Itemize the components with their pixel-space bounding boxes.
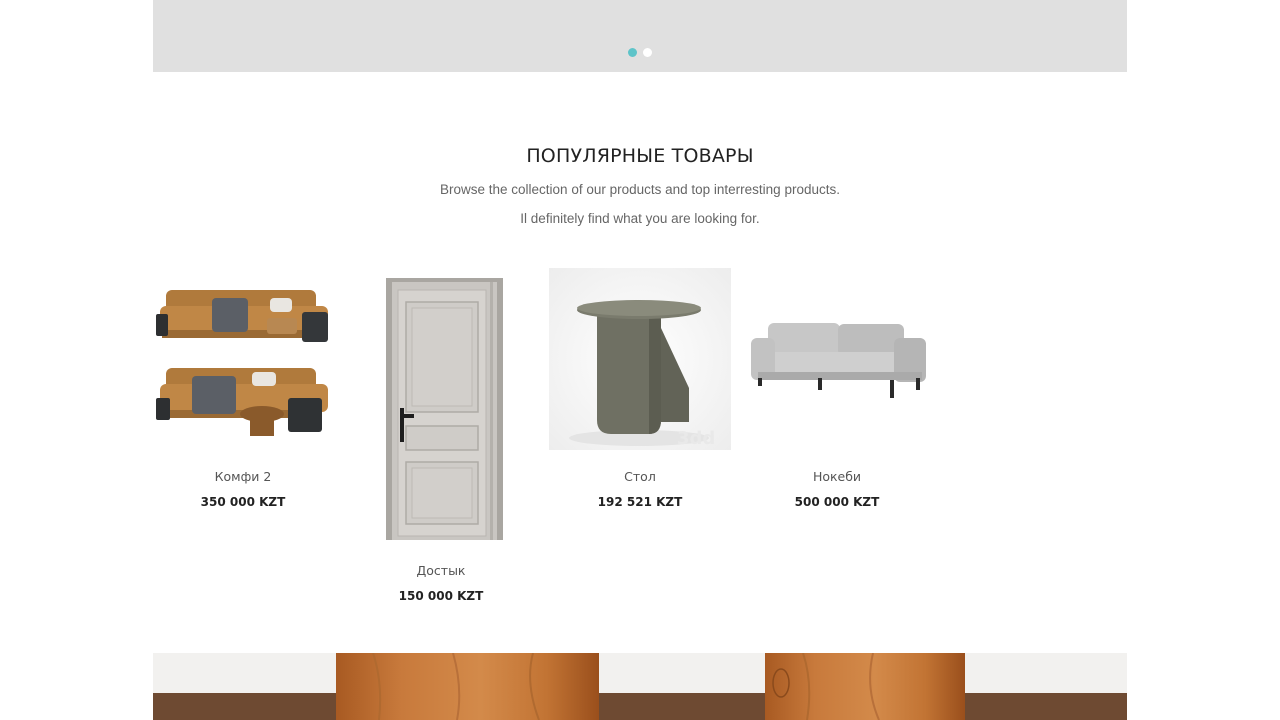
slider-dots: [628, 48, 652, 57]
product-card-dostyk[interactable]: Достык 150 000 KZT: [350, 268, 532, 613]
product-name[interactable]: Нокеби: [746, 469, 928, 484]
product-image-door[interactable]: [350, 268, 532, 544]
product-image-sofa-set[interactable]: [152, 268, 334, 450]
product-price: 150 000 KZT: [398, 589, 484, 603]
promo-banner: [153, 653, 1127, 720]
product-name[interactable]: Стол: [549, 469, 731, 484]
product-name[interactable]: Достык: [350, 563, 532, 578]
svg-text:3dd: 3dd: [677, 428, 715, 449]
hero-slider: [153, 0, 1127, 72]
slider-dot-2[interactable]: [643, 48, 652, 57]
product-price: 350 000 KZT: [200, 495, 286, 509]
product-image-side-table[interactable]: 3dd: [549, 268, 731, 450]
product-price: 192 521 KZT: [597, 495, 683, 509]
section-title: ПОПУЛЯРНЫЕ ТОВАРЫ: [526, 145, 754, 167]
product-card-stol[interactable]: 3dd Стол 192 521 KZT: [549, 268, 731, 518]
slider-dot-1[interactable]: [628, 48, 637, 57]
product-card-nokebi[interactable]: Нокеби 500 000 KZT: [746, 268, 928, 518]
product-price: 500 000 KZT: [794, 495, 880, 509]
section-subtitle-line2: Il definitely find what you are looking …: [520, 211, 760, 226]
section-subtitle-line1: Browse the collection of our products an…: [440, 182, 840, 197]
product-card-komfi-2[interactable]: Комфи 2 350 000 KZT: [152, 268, 334, 518]
product-image-grey-sofa[interactable]: [746, 268, 928, 450]
product-name[interactable]: Комфи 2: [152, 469, 334, 484]
